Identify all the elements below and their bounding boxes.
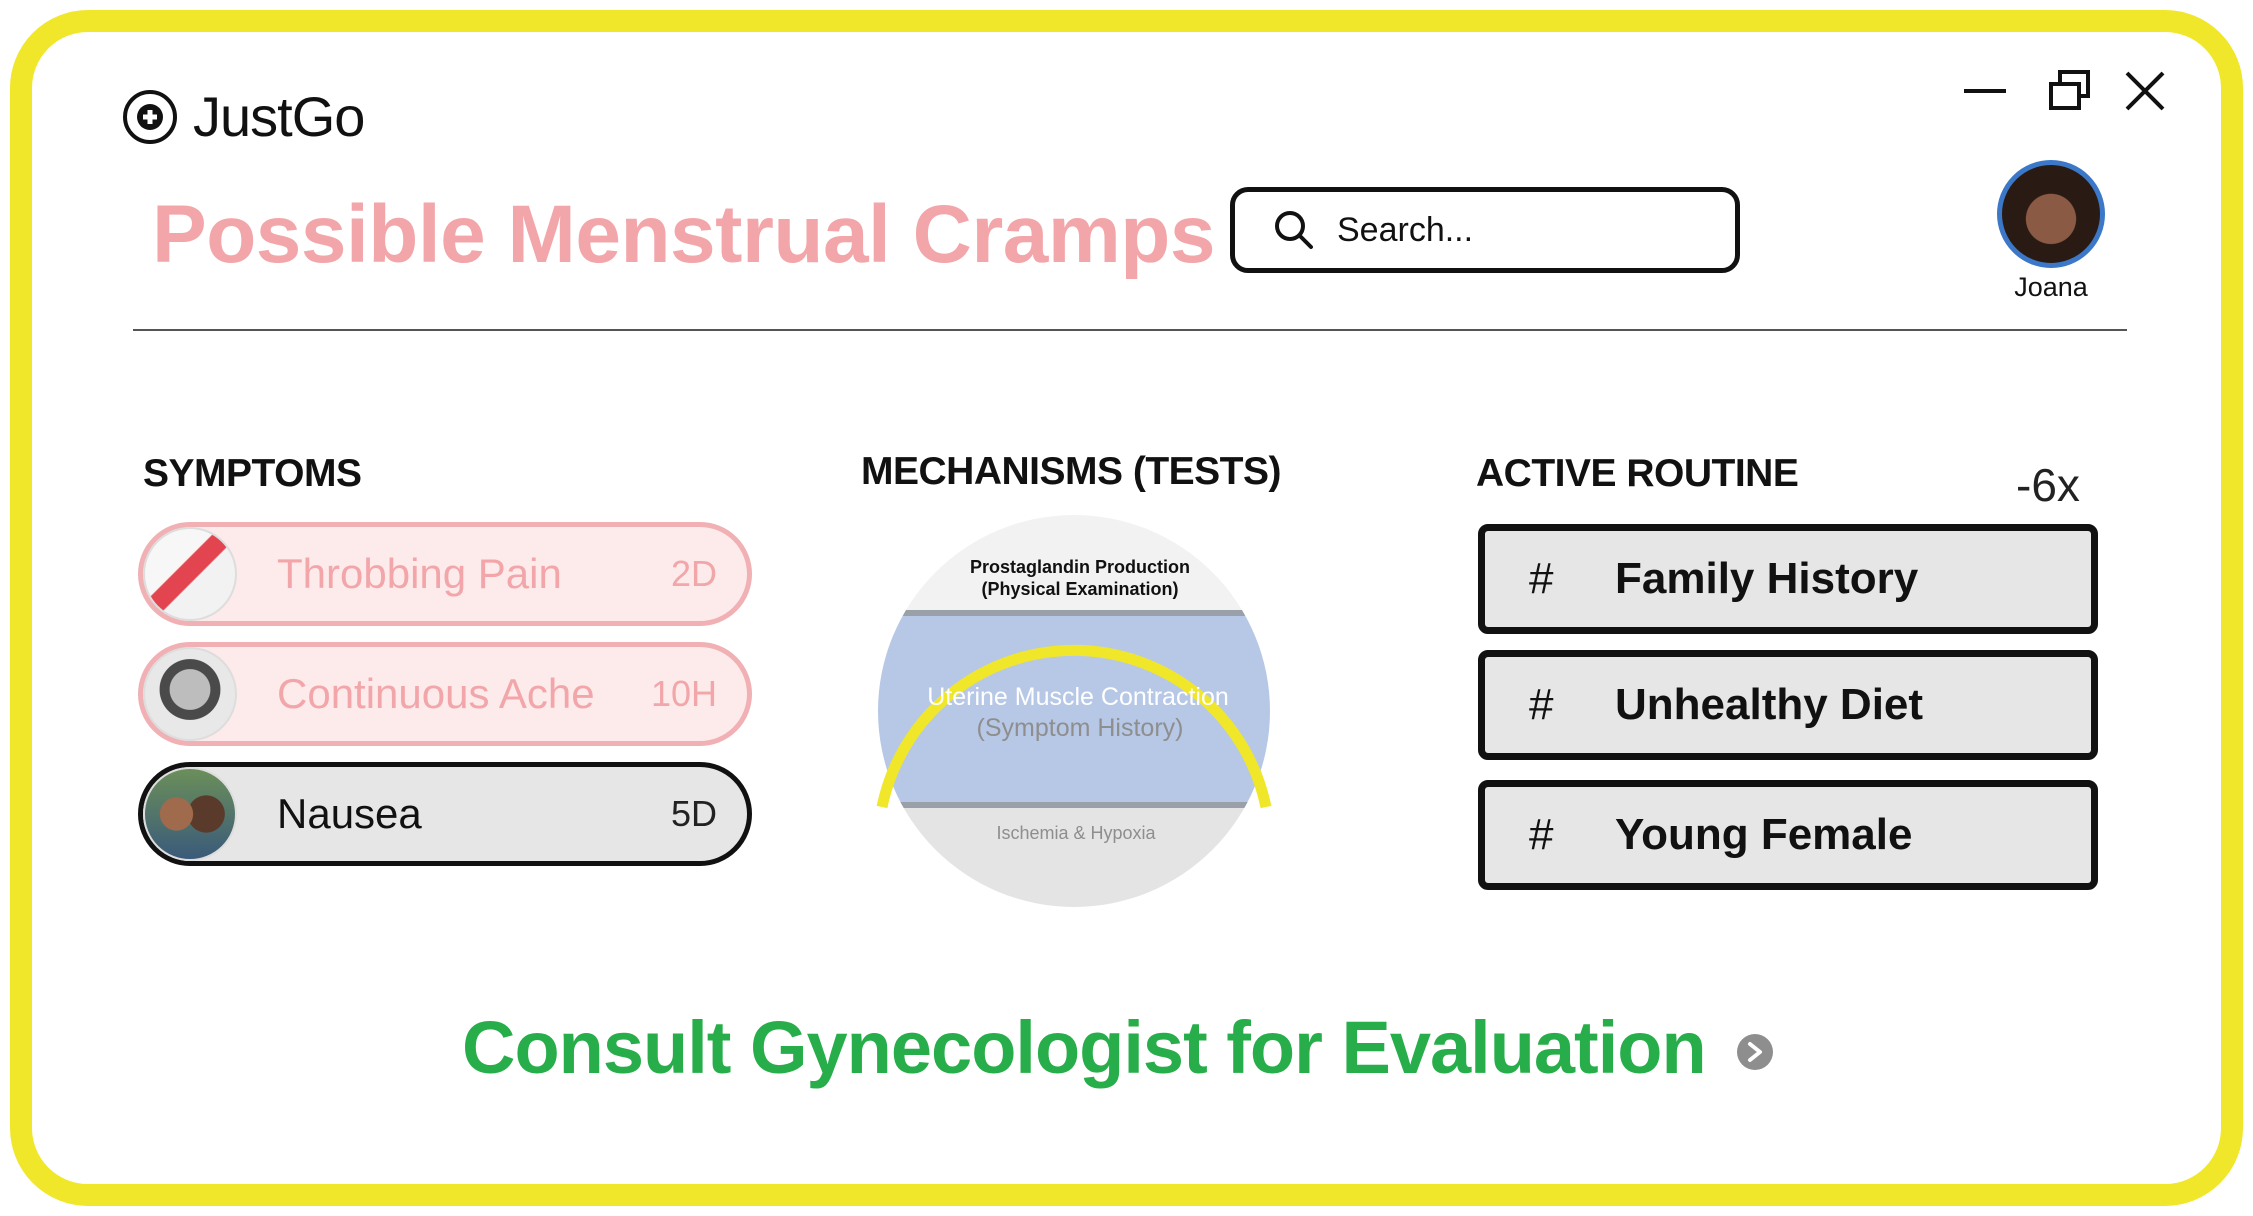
close-icon[interactable] <box>2120 66 2170 116</box>
user-profile[interactable]: Joana <box>1996 160 2106 303</box>
symptom-label: Continuous Ache <box>277 670 595 717</box>
routine-label: Family History <box>1615 554 1919 603</box>
brand: JustGo <box>121 84 365 149</box>
routine-label: Young Female <box>1615 810 1913 859</box>
routine-count: -6x <box>2016 459 2080 511</box>
cta-label: Consult Gynecologist for Evaluation <box>462 1006 1707 1089</box>
symptom-item-nausea[interactable]: Nausea 5D <box>138 762 752 866</box>
routine-heading: ACTIVE ROUTINE <box>1476 452 1799 495</box>
routine-item-unhealthy-diet[interactable]: # Unhealthy Diet <box>1478 650 2098 760</box>
search-icon <box>1275 211 1313 249</box>
logo-icon <box>123 89 177 144</box>
mechanism-layer-3-title: Ischemia & Hypoxia <box>996 823 1156 843</box>
arrow-right-circle-icon[interactable] <box>1736 1033 1774 1071</box>
search-input[interactable] <box>1337 210 1717 250</box>
mechanisms-diagram: Prostaglandin Production (Physical Exami… <box>868 505 1280 915</box>
page-title: Possible Menstrual Cramps <box>152 189 1215 280</box>
symptom-duration: 10H <box>650 673 717 714</box>
header-divider <box>133 329 2127 331</box>
routine-item-family-history[interactable]: # Family History <box>1478 524 2098 634</box>
mechanism-layer-1-subtitle: (Physical Examination) <box>981 579 1178 599</box>
symptom-duration: 2D <box>670 553 717 594</box>
user-name: Joana <box>2014 272 2088 302</box>
mechanism-layer-2-title: Uterine Muscle Contraction <box>927 683 1229 711</box>
symptom-thumbnail <box>143 647 237 741</box>
mechanism-layer-2-subtitle: (Symptom History) <box>977 714 1184 742</box>
hashtag-icon: # <box>1529 810 1554 859</box>
symptom-thumbnail <box>143 527 237 621</box>
mechanism-layer-1-title: Prostaglandin Production <box>970 557 1190 577</box>
window-controls <box>1960 66 2170 116</box>
search-box[interactable] <box>1230 187 1740 273</box>
restore-icon[interactable] <box>2045 66 2095 116</box>
symptom-item-throbbing-pain[interactable]: Throbbing Pain 2D <box>138 522 752 626</box>
symptom-duration: 5D <box>670 793 717 834</box>
avatar[interactable] <box>1997 160 2105 268</box>
symptom-thumbnail <box>143 767 237 861</box>
consult-cta[interactable]: Consult Gynecologist for Evaluation <box>462 1005 1774 1090</box>
symptom-item-continuous-ache[interactable]: Continuous Ache 10H <box>138 642 752 746</box>
symptom-label: Nausea <box>277 790 422 837</box>
symptom-label: Throbbing Pain <box>277 550 562 597</box>
hashtag-icon: # <box>1529 554 1554 603</box>
minimize-icon[interactable] <box>1960 66 2010 116</box>
symptoms-heading: SYMPTOMS <box>143 452 362 495</box>
mechanisms-heading: MECHANISMS (TESTS) <box>861 450 1282 493</box>
routine-label: Unhealthy Diet <box>1615 680 1924 729</box>
routine-item-young-female[interactable]: # Young Female <box>1478 780 2098 890</box>
app-name: JustGo <box>193 85 365 148</box>
hashtag-icon: # <box>1529 680 1554 729</box>
